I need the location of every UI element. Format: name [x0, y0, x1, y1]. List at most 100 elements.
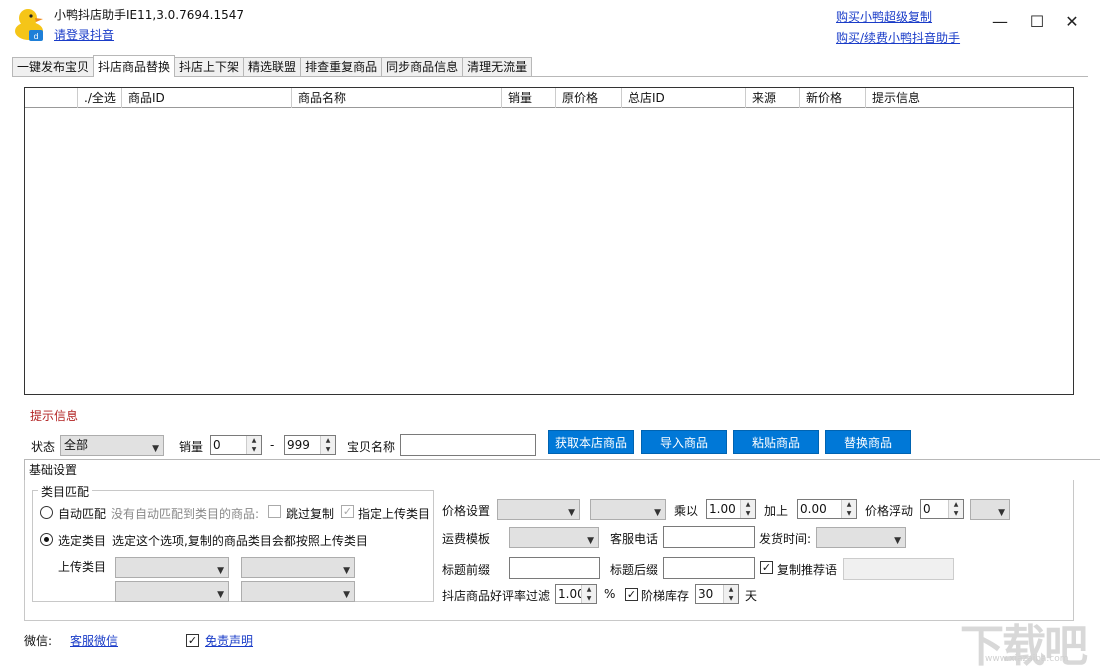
minimize-button[interactable]: — [990, 12, 1010, 31]
col-select-all[interactable]: ./全选 [77, 88, 121, 108]
price-mode-select[interactable]: ▼ [590, 499, 666, 520]
disclaimer-link[interactable]: 免责声明 [205, 632, 253, 649]
col-product-name[interactable]: 商品名称 [291, 88, 501, 108]
add-value: 0.00 [800, 502, 827, 516]
service-phone-input[interactable] [663, 526, 755, 548]
col-index[interactable] [25, 88, 77, 108]
upload-category-select-1[interactable]: ▼ [115, 557, 229, 578]
ship-time-label: 发货时间: [759, 532, 812, 546]
skip-copy-label: 跳过复制 [286, 507, 335, 521]
freight-template-select[interactable]: ▼ [509, 527, 599, 548]
tab-shelf[interactable]: 抖店上下架 [174, 57, 245, 77]
copy-recommend-checkbox[interactable]: ✓ [760, 561, 773, 574]
product-grid[interactable]: ./全选 商品ID 商品名称 销量 原价格 总店ID 来源 新价格 提示信息 [24, 87, 1074, 395]
upload-category-label: 上传类目 [58, 560, 107, 574]
chevron-down-icon: ▼ [587, 536, 594, 546]
chevron-down-icon: ▼ [654, 508, 661, 518]
col-tip[interactable]: 提示信息 [865, 88, 1073, 108]
price-float-label: 价格浮动 [865, 504, 914, 518]
fetch-store-products-button[interactable]: 获取本店商品 [548, 430, 634, 454]
app-title: 小鸭抖店助手IE11,3.0.7694.1547 [54, 8, 244, 22]
tab-sync[interactable]: 同步商品信息 [381, 57, 464, 77]
add-label: 加上 [764, 504, 789, 518]
col-source[interactable]: 来源 [745, 88, 799, 108]
specify-upload-checkbox[interactable]: ✓ [341, 505, 354, 518]
upload-category-select-3[interactable]: ▼ [115, 581, 229, 602]
rating-filter-stepper[interactable]: 1.00 ▲ ▼ [555, 584, 597, 604]
price-float-stepper[interactable]: 0 ▲ ▼ [920, 499, 964, 519]
stepper-buttons[interactable]: ▲ ▼ [581, 585, 596, 603]
ship-time-select[interactable]: ▼ [816, 527, 906, 548]
stepper-buttons[interactable]: ▲ ▼ [320, 436, 335, 454]
col-orig-price[interactable]: 原价格 [555, 88, 621, 108]
item-name-input[interactable] [400, 434, 536, 456]
status-select[interactable]: 全部 ▼ [60, 435, 164, 456]
skip-copy-checkbox[interactable] [268, 505, 281, 518]
specify-upload-label: 指定上传类目 [358, 507, 431, 521]
import-products-button[interactable]: 导入商品 [641, 430, 727, 454]
auto-match-hint: 没有自动匹配到类目的商品: [111, 507, 260, 521]
grid-header: ./全选 商品ID 商品名称 销量 原价格 总店ID 来源 新价格 提示信息 [25, 88, 1073, 108]
status-label: 状态 [31, 440, 56, 454]
login-link[interactable]: 请登录抖音 [54, 26, 114, 43]
col-store-id[interactable]: 总店ID [621, 88, 745, 108]
stepper-buttons[interactable]: ▲ ▼ [246, 436, 261, 454]
tab-basic-settings[interactable]: 基础设置 [24, 459, 1100, 480]
wechat-link[interactable]: 客服微信 [70, 632, 118, 649]
tab-publish[interactable]: 一键发布宝贝 [12, 57, 95, 77]
stepper-buttons[interactable]: ▲ ▼ [740, 500, 755, 518]
select-category-radio[interactable] [40, 533, 53, 546]
col-sales[interactable]: 销量 [501, 88, 555, 108]
wechat-label: 微信: [24, 634, 53, 648]
select-category-hint: 选定这个选项,复制的商品类目会都按照上传类目 [112, 534, 368, 548]
multiply-stepper[interactable]: 1.00 ▲ ▼ [706, 499, 756, 519]
stepper-buttons[interactable]: ▲ ▼ [723, 585, 738, 603]
title-suffix-label: 标题后缀 [610, 563, 659, 577]
col-new-price[interactable]: 新价格 [799, 88, 865, 108]
title-prefix-input[interactable] [509, 557, 600, 579]
price-settings-label: 价格设置 [442, 504, 491, 518]
chevron-down-icon: ▼ [568, 508, 575, 518]
auto-match-radio[interactable] [40, 506, 53, 519]
sales-min-stepper[interactable]: 0 ▲ ▼ [210, 435, 262, 455]
stepper-buttons[interactable]: ▲ ▼ [841, 500, 856, 518]
paste-products-button[interactable]: 粘贴商品 [733, 430, 819, 454]
col-product-id[interactable]: 商品ID [121, 88, 291, 108]
main-tabs: 一键发布宝贝 抖店商品替换 抖店上下架 精选联盟 排查重复商品 同步商品信息 清… [12, 55, 533, 77]
chevron-down-icon: ▼ [998, 508, 1005, 518]
sales-label: 销量 [179, 440, 204, 454]
tab-duplicates[interactable]: 排查重复商品 [300, 57, 383, 77]
chevron-down-icon: ▼ [152, 444, 159, 454]
chevron-down-icon: ▼ [217, 590, 224, 600]
disclaimer-checkbox[interactable]: ✓ [186, 634, 199, 647]
tip-message: 提示信息 [30, 409, 79, 423]
recommend-text-input[interactable] [843, 558, 954, 580]
buy-renew-link[interactable]: 购买/续费小鸭抖音助手 [836, 29, 960, 46]
app-logo-icon: d [12, 6, 46, 42]
service-phone-label: 客服电话 [610, 532, 659, 546]
tab-alliance[interactable]: 精选联盟 [243, 57, 302, 77]
maximize-button[interactable]: ☐ [1027, 12, 1047, 31]
sales-min-value: 0 [213, 438, 221, 452]
tab-clean[interactable]: 清理无流量 [462, 57, 533, 77]
ladder-stock-checkbox[interactable]: ✓ [625, 588, 638, 601]
upload-category-select-2[interactable]: ▼ [241, 557, 355, 578]
buy-super-copy-link[interactable]: 购买小鸭超级复制 [836, 8, 932, 25]
category-group-title: 类目匹配 [38, 483, 93, 500]
multiply-value: 1.00 [709, 502, 736, 516]
add-stepper[interactable]: 0.00 ▲ ▼ [797, 499, 857, 519]
tab-replace[interactable]: 抖店商品替换 [93, 55, 176, 77]
rating-unit: % [604, 587, 616, 601]
item-name-label: 宝贝名称 [347, 440, 396, 454]
replace-products-button[interactable]: 替换商品 [825, 430, 911, 454]
stepper-buttons[interactable]: ▲ ▼ [948, 500, 963, 518]
ladder-stock-stepper[interactable]: 30 ▲ ▼ [695, 584, 739, 604]
price-base-select[interactable]: ▼ [497, 499, 580, 520]
close-button[interactable]: ✕ [1062, 12, 1082, 31]
chevron-down-icon: ▼ [217, 566, 224, 576]
price-float-unit-select[interactable]: ▼ [970, 499, 1010, 520]
title-suffix-input[interactable] [663, 557, 755, 579]
upload-category-select-4[interactable]: ▼ [241, 581, 355, 602]
sales-max-stepper[interactable]: 999 ▲ ▼ [284, 435, 336, 455]
freight-template-label: 运费模板 [442, 532, 491, 546]
